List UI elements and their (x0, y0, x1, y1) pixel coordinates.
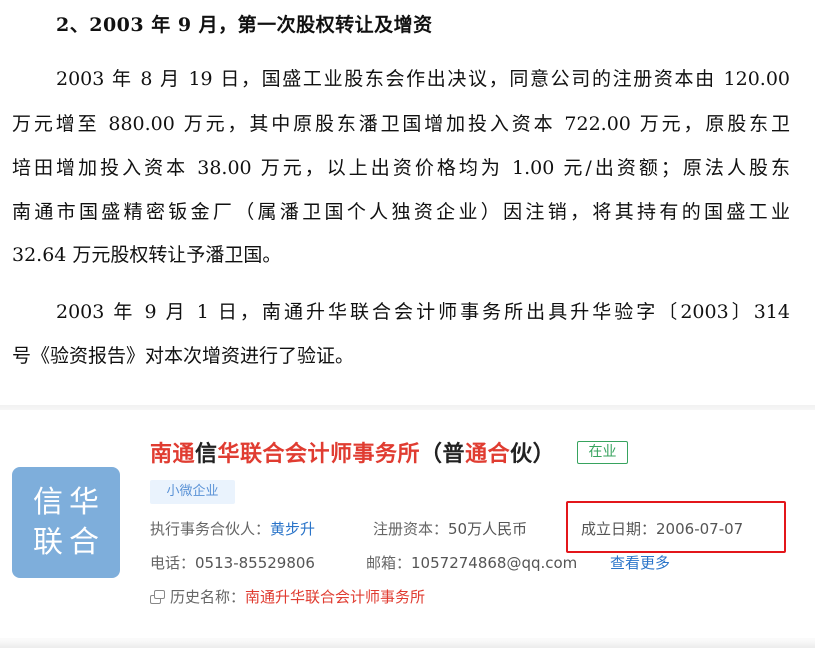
history-copy-icon (150, 590, 165, 604)
history-name-field: 历史名称：南通升华联合会计师事务所 (150, 586, 425, 607)
capital-label: 注册资本： (373, 520, 449, 538)
paragraph-line: 号《验资报告》对本次增资进行了验证。 (12, 345, 355, 367)
capital-field: 注册资本：50万人民币 (373, 518, 527, 539)
paragraph-line: 培田增加投入资本 38.00 万元，以上出资价格均为 1.00 元/出资额；原法… (12, 157, 790, 179)
company-name-segment: 华联合会计师事务所 (217, 442, 421, 467)
history-label: 历史名称： (170, 588, 246, 606)
company-card: 信华 联合 南通信华联合会计师事务所（普通合伙） 在业 小微企业 执行事务合伙人… (0, 410, 815, 638)
partner-link[interactable]: 黄步升 (270, 520, 315, 538)
logo-text-line1: 信华 (33, 484, 105, 520)
email-value: 1057274868@qq.com (411, 554, 578, 572)
company-name-segment: 通合 (465, 442, 511, 467)
logo-text-line2: 联合 (33, 524, 105, 560)
status-badge: 在业 (577, 441, 628, 464)
document-excerpt: 2、2003 年 9 月，第一次股权转让及增资 2003 年 8 月 19 日，… (0, 0, 815, 405)
partner-label: 执行事务合伙人： (150, 520, 271, 538)
company-name-segment: 伙） (510, 442, 556, 467)
enterprise-size-tag: 小微企业 (150, 480, 235, 504)
view-more-link[interactable]: 查看更多 (610, 552, 670, 573)
company-logo[interactable]: 信华 联合 (12, 467, 120, 578)
phone-field: 电话：0513-85529806 (150, 552, 315, 573)
phone-value: 0513-85529806 (195, 554, 315, 572)
established-date-annotation-box (566, 501, 786, 553)
company-name-segment: 信 (195, 442, 218, 467)
paragraph-line: 2003 年 8 月 19 日，国盛工业股东会作出决议，同意公司的注册资本由 1… (56, 68, 790, 90)
paragraph-line: 2003 年 9 月 1 日，南通升华联合会计师事务所出具升华验字〔2003〕3… (56, 301, 790, 323)
company-name-link[interactable]: 南通信华联合会计师事务所（普通合伙） (150, 436, 555, 468)
email-label: 邮箱： (366, 554, 412, 572)
phone-label: 电话： (150, 554, 196, 572)
capital-value: 50万人民币 (448, 520, 528, 538)
section-heading: 2、2003 年 9 月，第一次股权转让及增资 (56, 14, 433, 36)
paragraph-line: 南通市国盛精密钣金厂（属潘卫国个人独资企业）因注销，将其持有的国盛工业 (12, 201, 790, 223)
history-name-link[interactable]: 南通升华联合会计师事务所 (245, 588, 425, 606)
paragraph-line: 万元增至 880.00 万元，其中原股东潘卫国增加投入资本 722.00 万元，… (12, 113, 790, 135)
partner-field: 执行事务合伙人：黄步升 (150, 518, 315, 539)
company-name-segment: 南通 (150, 442, 196, 467)
company-name-segment: （普 (420, 442, 466, 467)
email-field: 邮箱：1057274868@qq.com (366, 552, 577, 573)
paragraph-line: 32.64 万元股权转让予潘卫国。 (12, 244, 282, 266)
